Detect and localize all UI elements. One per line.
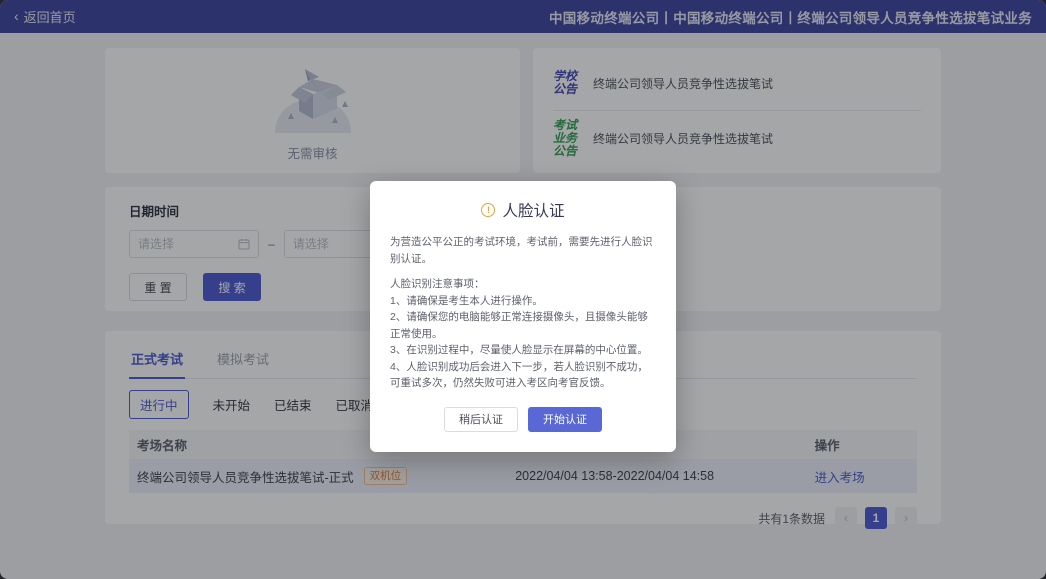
dialog-intro-text: 为营造公平公正的考试环境，考试前，需要先进行人脸识别认证。	[390, 234, 656, 267]
dialog-note-2: 2、请确保您的电脑能够正常连接摄像头，且摄像头能够正常使用。	[390, 309, 656, 342]
app-window: ‹ 返回首页 中国移动终端公司丨中国移动终端公司丨终端公司领导人员竞争性选拔笔试…	[0, 0, 1046, 579]
auth-later-button[interactable]: 稍后认证	[444, 407, 518, 432]
warning-info-icon: !	[481, 203, 495, 217]
dialog-title: 人脸认证	[502, 199, 564, 221]
dialog-note-3: 3、在识别过程中，尽量使人脸显示在屏幕的中心位置。	[390, 342, 656, 359]
dialog-notes-title: 人脸识别注意事项：	[390, 276, 656, 293]
dialog-note-1: 1、请确保是考生本人进行操作。	[390, 293, 656, 310]
auth-start-button[interactable]: 开始认证	[528, 407, 602, 432]
face-auth-dialog: ! 人脸认证 为营造公平公正的考试环境，考试前，需要先进行人脸识别认证。 人脸识…	[370, 181, 676, 452]
dialog-note-4: 4、人脸识别成功后会进入下一步，若人脸识别不成功，可重试多次，仍然失败可进入考区…	[390, 359, 656, 392]
